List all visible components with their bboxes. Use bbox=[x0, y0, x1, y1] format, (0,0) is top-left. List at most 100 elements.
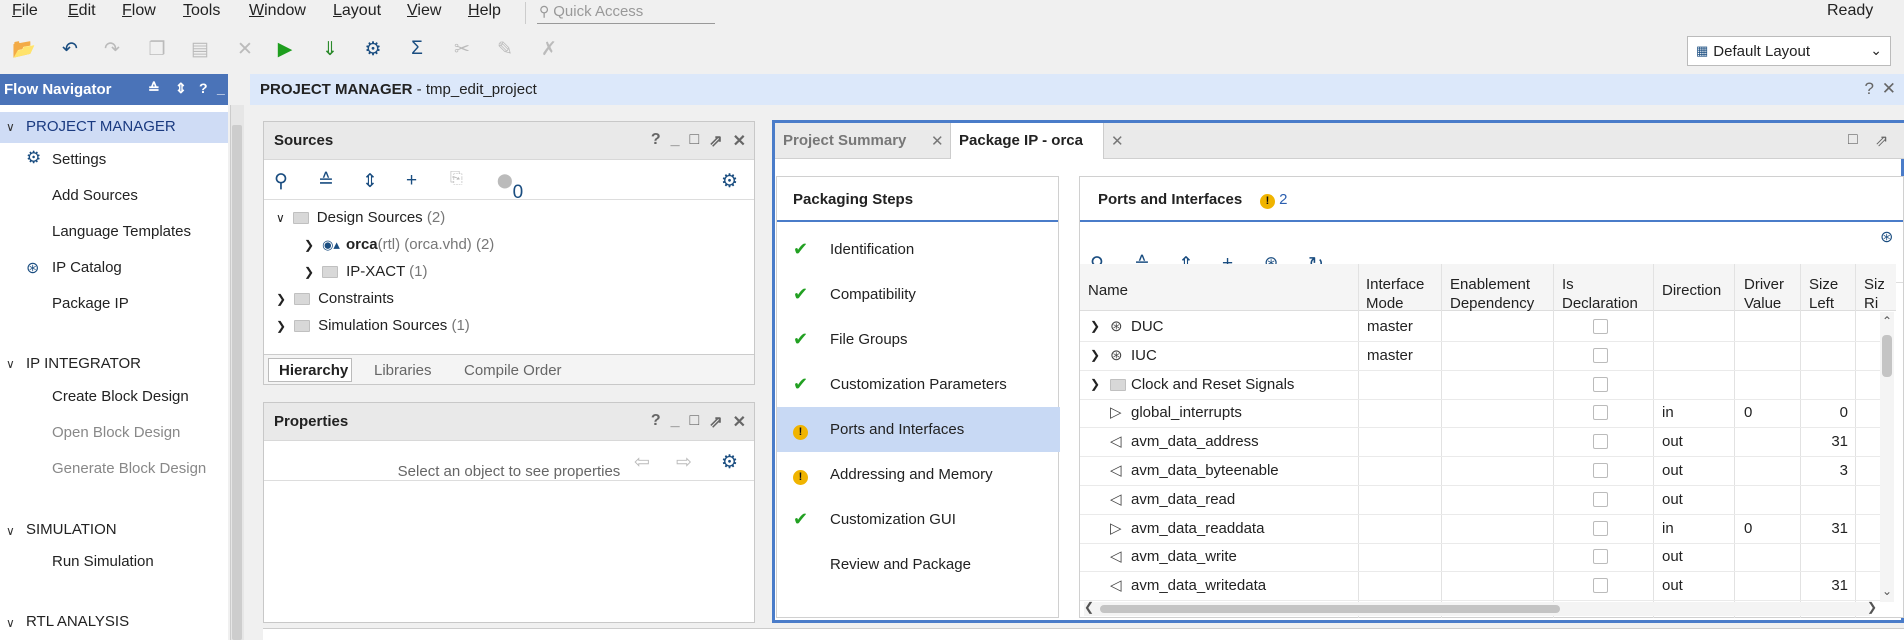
menu-file[interactable]: File bbox=[12, 2, 38, 20]
is-declaration-checkbox[interactable] bbox=[1593, 319, 1608, 334]
settings-icon[interactable]: ⚙ bbox=[361, 36, 385, 62]
tree-ip-xact[interactable]: ❯ IP-XACT (1) bbox=[304, 263, 427, 280]
table-row[interactable]: ▷ global_interrupts in 0 0 bbox=[1080, 399, 1880, 428]
chevron-right-icon[interactable]: ❯ bbox=[1090, 377, 1100, 391]
chevron-down-icon[interactable]: ∨ bbox=[6, 524, 15, 538]
col-enablement-dependency[interactable]: Enablement Dependency bbox=[1450, 275, 1540, 313]
col-is-declaration[interactable]: Is Declaration bbox=[1562, 275, 1642, 313]
is-declaration-checkbox[interactable] bbox=[1593, 578, 1608, 593]
minimize-icon[interactable]: _ bbox=[217, 80, 225, 96]
col-direction[interactable]: Direction bbox=[1662, 281, 1721, 300]
section-simulation[interactable]: SIMULATION bbox=[26, 521, 117, 538]
col-name[interactable]: Name bbox=[1088, 281, 1128, 300]
nav-settings[interactable]: Settings bbox=[52, 151, 106, 168]
warning-badge[interactable]: ! 2 bbox=[1260, 191, 1288, 209]
chevron-down-icon[interactable]: ∨ bbox=[6, 120, 15, 134]
step-compatibility[interactable]: ✔ Compatibility bbox=[777, 272, 1060, 317]
nav-create-block-design[interactable]: Create Block Design bbox=[52, 388, 189, 405]
cut-icon[interactable]: ✂ bbox=[450, 36, 474, 62]
help-icon[interactable]: ? bbox=[1865, 79, 1874, 99]
help-icon[interactable]: ? bbox=[651, 412, 661, 432]
nav-add-sources[interactable]: Add Sources bbox=[52, 187, 138, 204]
paste-icon[interactable]: ▤ bbox=[188, 36, 212, 62]
is-declaration-checkbox[interactable] bbox=[1593, 377, 1608, 392]
minimize-icon[interactable]: _ bbox=[671, 412, 680, 432]
float-icon[interactable]: ⇗ bbox=[709, 412, 722, 432]
step-review-and-package[interactable]: Review and Package bbox=[777, 542, 1060, 587]
chevron-down-icon[interactable]: ∨ bbox=[6, 616, 15, 630]
nav-language-templates[interactable]: Language Templates bbox=[52, 223, 191, 240]
step-ports-and-interfaces[interactable]: ! Ports and Interfaces bbox=[777, 407, 1060, 452]
nav-open-block-design[interactable]: Open Block Design bbox=[52, 424, 180, 441]
tab-hierarchy[interactable]: Hierarchy bbox=[279, 362, 348, 379]
collapse-all-icon[interactable]: ≙ bbox=[148, 80, 160, 97]
table-row[interactable]: ❯ ⊛ IUC master bbox=[1080, 342, 1880, 371]
properties-icon[interactable]: ⎘ bbox=[450, 170, 463, 188]
step-identification[interactable]: ✔ Identification bbox=[777, 227, 1060, 272]
menu-view[interactable]: View bbox=[407, 2, 441, 20]
is-declaration-checkbox[interactable] bbox=[1593, 521, 1608, 536]
col-size-left[interactable]: Size Left bbox=[1809, 275, 1843, 313]
edit-icon[interactable]: ✎ bbox=[493, 36, 517, 62]
quick-access-input[interactable]: ⚲ Quick Access bbox=[537, 0, 715, 24]
table-row[interactable]: ◁ avm_data_byteenable out 3 bbox=[1080, 457, 1880, 486]
float-icon[interactable]: ⇗ bbox=[1875, 131, 1888, 151]
is-declaration-checkbox[interactable] bbox=[1593, 434, 1608, 449]
expand-all-icon[interactable]: ⇕ bbox=[362, 170, 378, 193]
menu-layout[interactable]: Layout bbox=[333, 2, 381, 20]
maximize-icon[interactable]: □ bbox=[1848, 131, 1858, 149]
tab-libraries[interactable]: Libraries bbox=[374, 362, 432, 379]
tab-package-ip[interactable]: Package IP - orca bbox=[959, 132, 1083, 149]
nav-package-ip[interactable]: Package IP bbox=[52, 295, 129, 312]
expand-all-icon[interactable]: ⇕ bbox=[175, 80, 187, 97]
menu-window[interactable]: Window bbox=[249, 2, 306, 20]
help-icon[interactable]: ? bbox=[651, 131, 661, 151]
copy-icon[interactable]: ❐ bbox=[145, 36, 169, 62]
close-icon[interactable]: ✕ bbox=[733, 412, 746, 432]
is-declaration-checkbox[interactable] bbox=[1593, 405, 1608, 420]
close-icon[interactable]: ✕ bbox=[733, 131, 746, 151]
tab-compile-order[interactable]: Compile Order bbox=[464, 362, 562, 379]
run-synthesis-icon[interactable]: ⇓ bbox=[318, 36, 342, 62]
scroll-down-icon[interactable]: ⌄ bbox=[1882, 584, 1892, 598]
section-ip-integrator[interactable]: IP INTEGRATOR bbox=[26, 355, 141, 372]
col-interface-mode[interactable]: Interface Mode bbox=[1366, 275, 1434, 313]
tree-orca[interactable]: ❯ ◉▴ orca(rtl) (orca.vhd) (2) bbox=[304, 236, 494, 253]
is-declaration-checkbox[interactable] bbox=[1593, 348, 1608, 363]
redo-icon[interactable]: ↷ bbox=[100, 36, 124, 62]
table-row[interactable]: ❯ Clock and Reset Signals bbox=[1080, 371, 1880, 400]
close-icon[interactable]: ✕ bbox=[1882, 79, 1896, 99]
col-driver-value[interactable]: Driver Value bbox=[1744, 275, 1792, 313]
maximize-icon[interactable]: □ bbox=[690, 412, 700, 432]
step-customization-gui[interactable]: ✔ Customization GUI bbox=[777, 497, 1060, 542]
undo-icon[interactable]: ↶ bbox=[58, 36, 82, 62]
nav-generate-block-design[interactable]: Generate Block Design bbox=[52, 460, 206, 477]
scroll-up-icon[interactable]: ⌃ bbox=[1882, 314, 1892, 328]
add-icon[interactable]: + bbox=[406, 170, 417, 192]
section-project-manager[interactable]: PROJECT MANAGER bbox=[26, 118, 176, 135]
step-addressing-and-memory[interactable]: ! Addressing and Memory bbox=[777, 452, 1060, 497]
vertical-scroll-thumb[interactable] bbox=[1882, 335, 1892, 377]
nav-ip-catalog[interactable]: IP Catalog bbox=[52, 259, 122, 276]
col-size-right[interactable]: Size Ri bbox=[1864, 275, 1884, 313]
chevron-right-icon[interactable]: ❯ bbox=[1090, 319, 1100, 333]
tree-simulation-sources[interactable]: ❯ Simulation Sources (1) bbox=[276, 317, 470, 334]
section-rtl-analysis[interactable]: RTL ANALYSIS bbox=[26, 613, 129, 630]
scroll-left-icon[interactable]: ❮ bbox=[1084, 600, 1094, 614]
is-declaration-checkbox[interactable] bbox=[1593, 549, 1608, 564]
table-row[interactable]: ◁ avm_data_read out bbox=[1080, 486, 1880, 515]
step-customization-parameters[interactable]: ✔ Customization Parameters bbox=[777, 362, 1060, 407]
nav-run-simulation[interactable]: Run Simulation bbox=[52, 553, 154, 570]
tree-constraints[interactable]: ❯ Constraints bbox=[276, 290, 394, 307]
menu-help[interactable]: Help bbox=[468, 2, 501, 20]
collapse-all-icon[interactable]: ≙ bbox=[318, 170, 334, 193]
table-row[interactable]: ◁ avm_data_address out 31 bbox=[1080, 428, 1880, 457]
run-icon[interactable]: ▶ bbox=[273, 36, 297, 62]
close-icon[interactable]: ✕ bbox=[1111, 132, 1124, 150]
close-icon[interactable]: ✕ bbox=[931, 132, 944, 150]
search-icon[interactable]: ⚲ bbox=[274, 170, 288, 193]
delete-icon[interactable]: ✕ bbox=[233, 36, 257, 62]
chevron-down-icon[interactable]: ∨ bbox=[6, 357, 15, 371]
is-declaration-checkbox[interactable] bbox=[1593, 463, 1608, 478]
gear-icon[interactable]: ⚙ bbox=[721, 170, 738, 193]
